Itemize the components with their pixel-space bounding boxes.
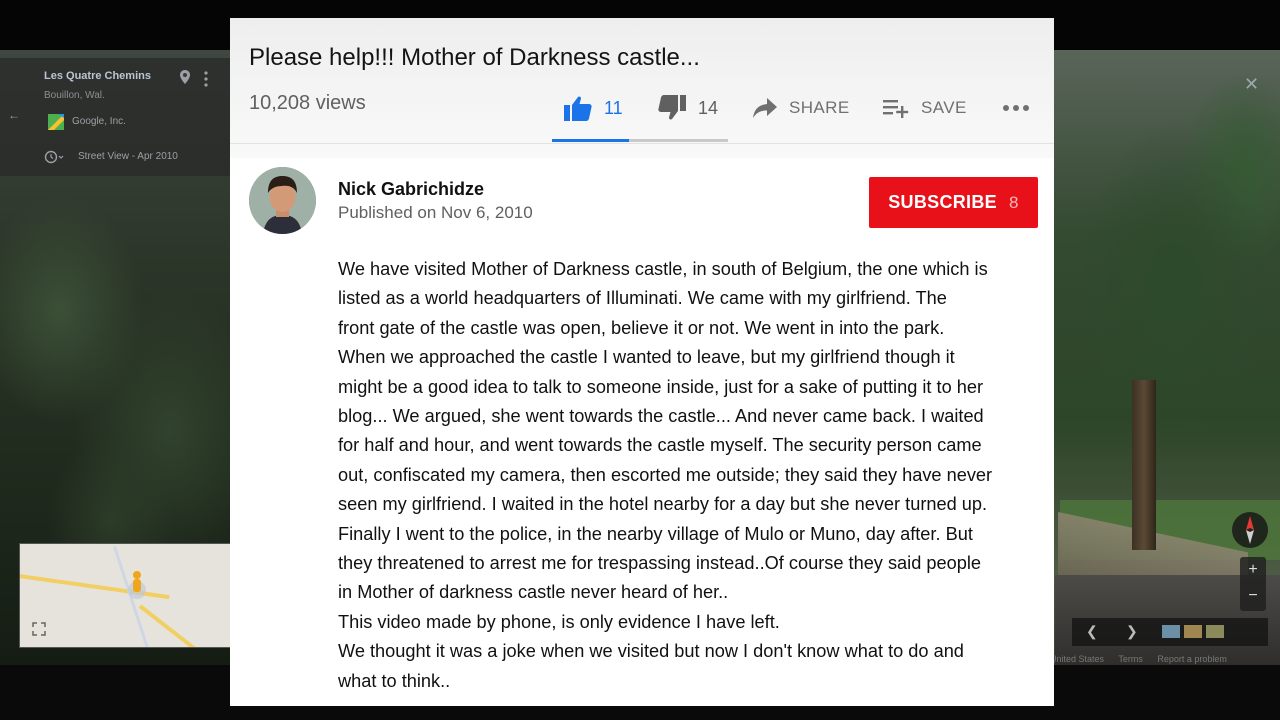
street-view-date[interactable]: Street View - Apr 2010: [78, 151, 178, 162]
description-line: When we approached the castle I wanted t…: [338, 347, 955, 368]
description-line: for half and hour, and went towards the …: [338, 435, 982, 456]
more-horiz-icon: [1003, 105, 1029, 111]
subscribe-label: SUBSCRIBE: [888, 192, 997, 212]
clock-history-icon[interactable]: [44, 150, 64, 164]
share-arrow-icon: [753, 98, 777, 118]
description-line: Finally I went to the police, in the nea…: [338, 523, 973, 544]
zoom-control[interactable]: + −: [1240, 557, 1266, 611]
tree-trunk: [1132, 380, 1156, 550]
panel-header-background: [230, 18, 1054, 158]
location-pin-icon[interactable]: [180, 70, 190, 84]
pegman-icon[interactable]: [126, 570, 148, 604]
like-button[interactable]: 11: [564, 93, 623, 123]
description-line: in Mother of darkness castle never heard…: [338, 582, 729, 603]
place-title[interactable]: Les Quatre Chemins: [44, 70, 151, 82]
street-view-info-card: ← Les Quatre Chemins Bouillon, Wal. Goog…: [0, 58, 230, 176]
save-label: SAVE: [921, 98, 967, 117]
video-info-panel: Please help!!! Mother of Darkness castle…: [230, 18, 1054, 706]
like-count: 11: [604, 97, 623, 118]
more-vert-icon[interactable]: [203, 71, 209, 87]
footer-link[interactable]: Report a problem: [1157, 654, 1227, 664]
description-line: they threatened to arrest me for trespas…: [338, 553, 981, 574]
place-subtitle: Bouillon, Wal.: [44, 90, 105, 101]
photo-strip[interactable]: ❮ ❯: [1072, 618, 1268, 646]
imagery-credit: Google, Inc.: [72, 116, 126, 127]
view-count: 10,208 views: [249, 92, 366, 114]
photo-thumbnail[interactable]: [1206, 625, 1224, 638]
description-line: might be a good idea to talk to someone …: [338, 376, 984, 397]
chevron-left-icon[interactable]: ❮: [1086, 623, 1098, 640]
photo-thumbnail[interactable]: [1184, 625, 1202, 638]
save-button[interactable]: SAVE: [883, 93, 967, 123]
description-line: listed as a world headquarters of Illumi…: [338, 288, 947, 309]
photo-thumbnail[interactable]: [1162, 625, 1180, 638]
share-label: SHARE: [789, 98, 850, 117]
compass-icon[interactable]: [1230, 510, 1270, 550]
sentiment-bar-likes: [552, 139, 630, 142]
zoom-in-icon[interactable]: +: [1240, 557, 1266, 583]
video-title: Please help!!! Mother of Darkness castle…: [249, 44, 700, 71]
share-button[interactable]: SHARE: [753, 93, 850, 123]
thumbs-up-icon: [564, 96, 592, 121]
thumbs-down-icon: [658, 95, 686, 120]
footer-link[interactable]: Terms: [1118, 654, 1143, 664]
back-arrow-icon[interactable]: ←: [8, 108, 20, 122]
description-line: out, confiscated my camera, then escorte…: [338, 464, 993, 485]
channel-name[interactable]: Nick Gabrichidze: [338, 179, 484, 200]
footer-link[interactable]: United States: [1050, 654, 1104, 664]
subscriber-count: 8: [1008, 192, 1019, 212]
dislike-count: 14: [698, 97, 719, 118]
description-line: We thought it was a joke when we visited…: [338, 641, 964, 662]
header-divider: [230, 143, 1054, 144]
publish-date: Published on Nov 6, 2010: [338, 203, 533, 222]
close-icon[interactable]: ✕: [1244, 74, 1259, 95]
more-actions-button[interactable]: [1002, 93, 1030, 123]
description-line: what to think..: [338, 670, 451, 691]
description-line: blog... We argued, she went towards the …: [338, 406, 984, 427]
description-line: front gate of the castle was open, belie…: [338, 317, 945, 338]
avatar[interactable]: [249, 167, 316, 234]
playlist-add-icon: [883, 100, 909, 118]
subscribe-button[interactable]: SUBSCRIBE 8: [869, 177, 1038, 228]
google-maps-icon: [48, 114, 64, 130]
avatar-portrait: [249, 167, 316, 234]
description-line: seen my girlfriend. I waited in the hote…: [338, 494, 988, 515]
map-footer-links: United States Terms Report a problem: [1050, 654, 1239, 664]
expand-icon[interactable]: [32, 622, 46, 636]
dislike-button[interactable]: 14: [658, 93, 718, 123]
description-line: This video made by phone, is only eviden…: [338, 611, 780, 632]
mini-map[interactable]: [19, 543, 233, 648]
chevron-right-icon[interactable]: ❯: [1126, 623, 1138, 640]
description-line: We have visited Mother of Darkness castl…: [338, 259, 988, 279]
video-description: We have visited Mother of Darkness castl…: [338, 255, 1050, 696]
map-road: [138, 604, 213, 647]
sentiment-bar: [552, 139, 728, 142]
zoom-out-icon[interactable]: −: [1240, 583, 1266, 609]
